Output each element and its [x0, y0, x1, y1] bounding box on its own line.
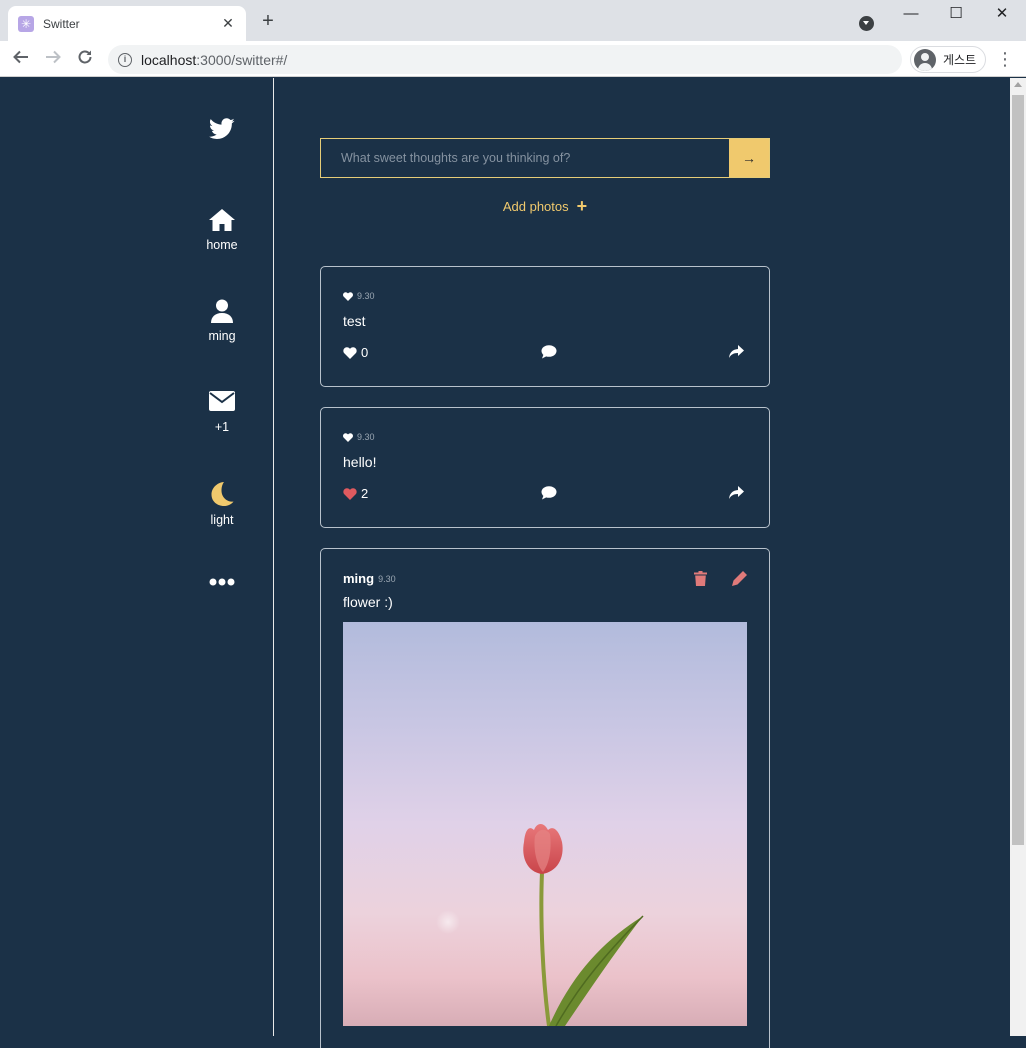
new-tab-button[interactable]: + [258, 11, 278, 31]
plus-icon: + [576, 196, 588, 216]
compose-submit-button[interactable]: → [729, 139, 769, 177]
profile-button[interactable]: 게스트 [910, 46, 986, 73]
post-meta: ming 9.30 [343, 571, 396, 586]
profile-label: 게스트 [943, 53, 977, 67]
delete-button[interactable] [694, 571, 707, 591]
user-icon [211, 299, 233, 323]
sidebar-item-home[interactable]: home [192, 208, 252, 252]
sidebar-item-messages[interactable]: +1 [192, 391, 252, 434]
post-date: 9.30 [378, 573, 396, 584]
tulip-photo [436, 824, 644, 1026]
like-button[interactable]: 0 [343, 345, 368, 360]
heart-outline-icon [343, 346, 357, 359]
sidebar-item-theme-toggle[interactable]: light [192, 481, 252, 527]
sidebar-nav: home ming +1 light [0, 78, 274, 1036]
share-icon [729, 345, 744, 358]
address-bar[interactable]: i localhost:3000/switter#/ [108, 45, 902, 74]
post-card: 9.30 test 0 [320, 266, 770, 387]
scroll-up-icon[interactable] [1014, 82, 1022, 87]
post-image[interactable] [343, 622, 747, 1026]
browser-tab-bar: ✳ Switter ✕ + — ☐ ✕ [0, 0, 1026, 41]
envelope-icon [209, 391, 235, 411]
comment-button[interactable] [541, 345, 557, 364]
post-text: hello! [343, 454, 377, 470]
close-window-button[interactable]: ✕ [992, 4, 1012, 24]
sidebar-item-more[interactable] [192, 578, 252, 586]
sidebar-label-home: home [206, 238, 238, 252]
back-arrow-icon [13, 50, 28, 64]
comment-button[interactable] [541, 486, 557, 505]
comment-icon [541, 486, 557, 500]
like-count: 0 [361, 345, 369, 360]
browser-tab[interactable]: ✳ Switter ✕ [8, 6, 246, 41]
site-info-icon[interactable]: i [118, 52, 132, 67]
share-button[interactable] [729, 486, 744, 505]
twitter-logo-icon [209, 118, 235, 139]
browser-toolbar: i localhost:3000/switter#/ 게스트 ⋮ [0, 41, 1026, 77]
pencil-icon [732, 571, 747, 586]
url-text: localhost:3000/switter#/ [141, 51, 288, 68]
trash-icon [694, 571, 707, 586]
forward-button[interactable] [42, 48, 64, 70]
post-meta: 9.30 [343, 291, 375, 301]
post-actions: 2 [343, 486, 747, 502]
sidebar-label-profile: ming [208, 329, 236, 343]
tab-close-icon[interactable]: ✕ [220, 15, 236, 32]
moon-icon [211, 482, 234, 506]
add-photos-button[interactable]: Add photos + [320, 196, 770, 217]
post-date: 9.30 [357, 432, 375, 442]
more-icon [209, 578, 235, 586]
reload-button[interactable] [74, 48, 96, 70]
sidebar-item-profile[interactable]: ming [192, 299, 252, 343]
post-card: 9.30 hello! 2 [320, 407, 770, 528]
like-button[interactable]: 2 [343, 486, 368, 501]
sidebar-label-messages: +1 [214, 420, 230, 434]
post-author[interactable]: ming [343, 571, 374, 586]
heart-filled-icon [343, 487, 357, 500]
post-text: flower :) [343, 594, 393, 610]
post-text: test [343, 313, 366, 329]
back-button[interactable] [10, 48, 32, 70]
post-meta: 9.30 [343, 432, 375, 442]
browser-menu-icon[interactable]: ⋮ [996, 49, 1014, 69]
heart-small-icon [343, 432, 353, 442]
post-actions: 0 [343, 345, 747, 361]
comment-icon [541, 345, 557, 359]
sidebar-item-logo[interactable] [192, 118, 252, 140]
maximize-button[interactable]: ☐ [946, 4, 966, 24]
reload-icon [78, 50, 92, 64]
post-owner-tools [694, 571, 747, 591]
compose-form: → [320, 138, 770, 178]
compose-input[interactable] [321, 139, 729, 177]
favicon-icon: ✳ [18, 15, 34, 32]
sidebar-label-theme: light [210, 513, 234, 527]
scroll-thumb[interactable] [1012, 95, 1024, 845]
tab-search-icon[interactable] [859, 16, 874, 31]
edit-button[interactable] [732, 571, 747, 591]
tab-title: Switter [43, 16, 80, 31]
heart-small-icon [343, 291, 353, 301]
share-button[interactable] [729, 345, 744, 364]
home-icon [209, 209, 235, 231]
page-scrollbar[interactable] [1010, 78, 1026, 1036]
app-page: home ming +1 light What sweet thoughts a… [0, 78, 1010, 1048]
post-card: ming 9.30 flower :) [320, 548, 770, 1048]
forward-arrow-icon [46, 50, 61, 64]
post-date: 9.30 [357, 291, 375, 301]
share-icon [729, 486, 744, 499]
add-photos-label: Add photos [502, 199, 569, 214]
avatar-icon [914, 48, 936, 71]
minimize-button[interactable]: — [901, 4, 921, 24]
like-count: 2 [361, 486, 369, 501]
